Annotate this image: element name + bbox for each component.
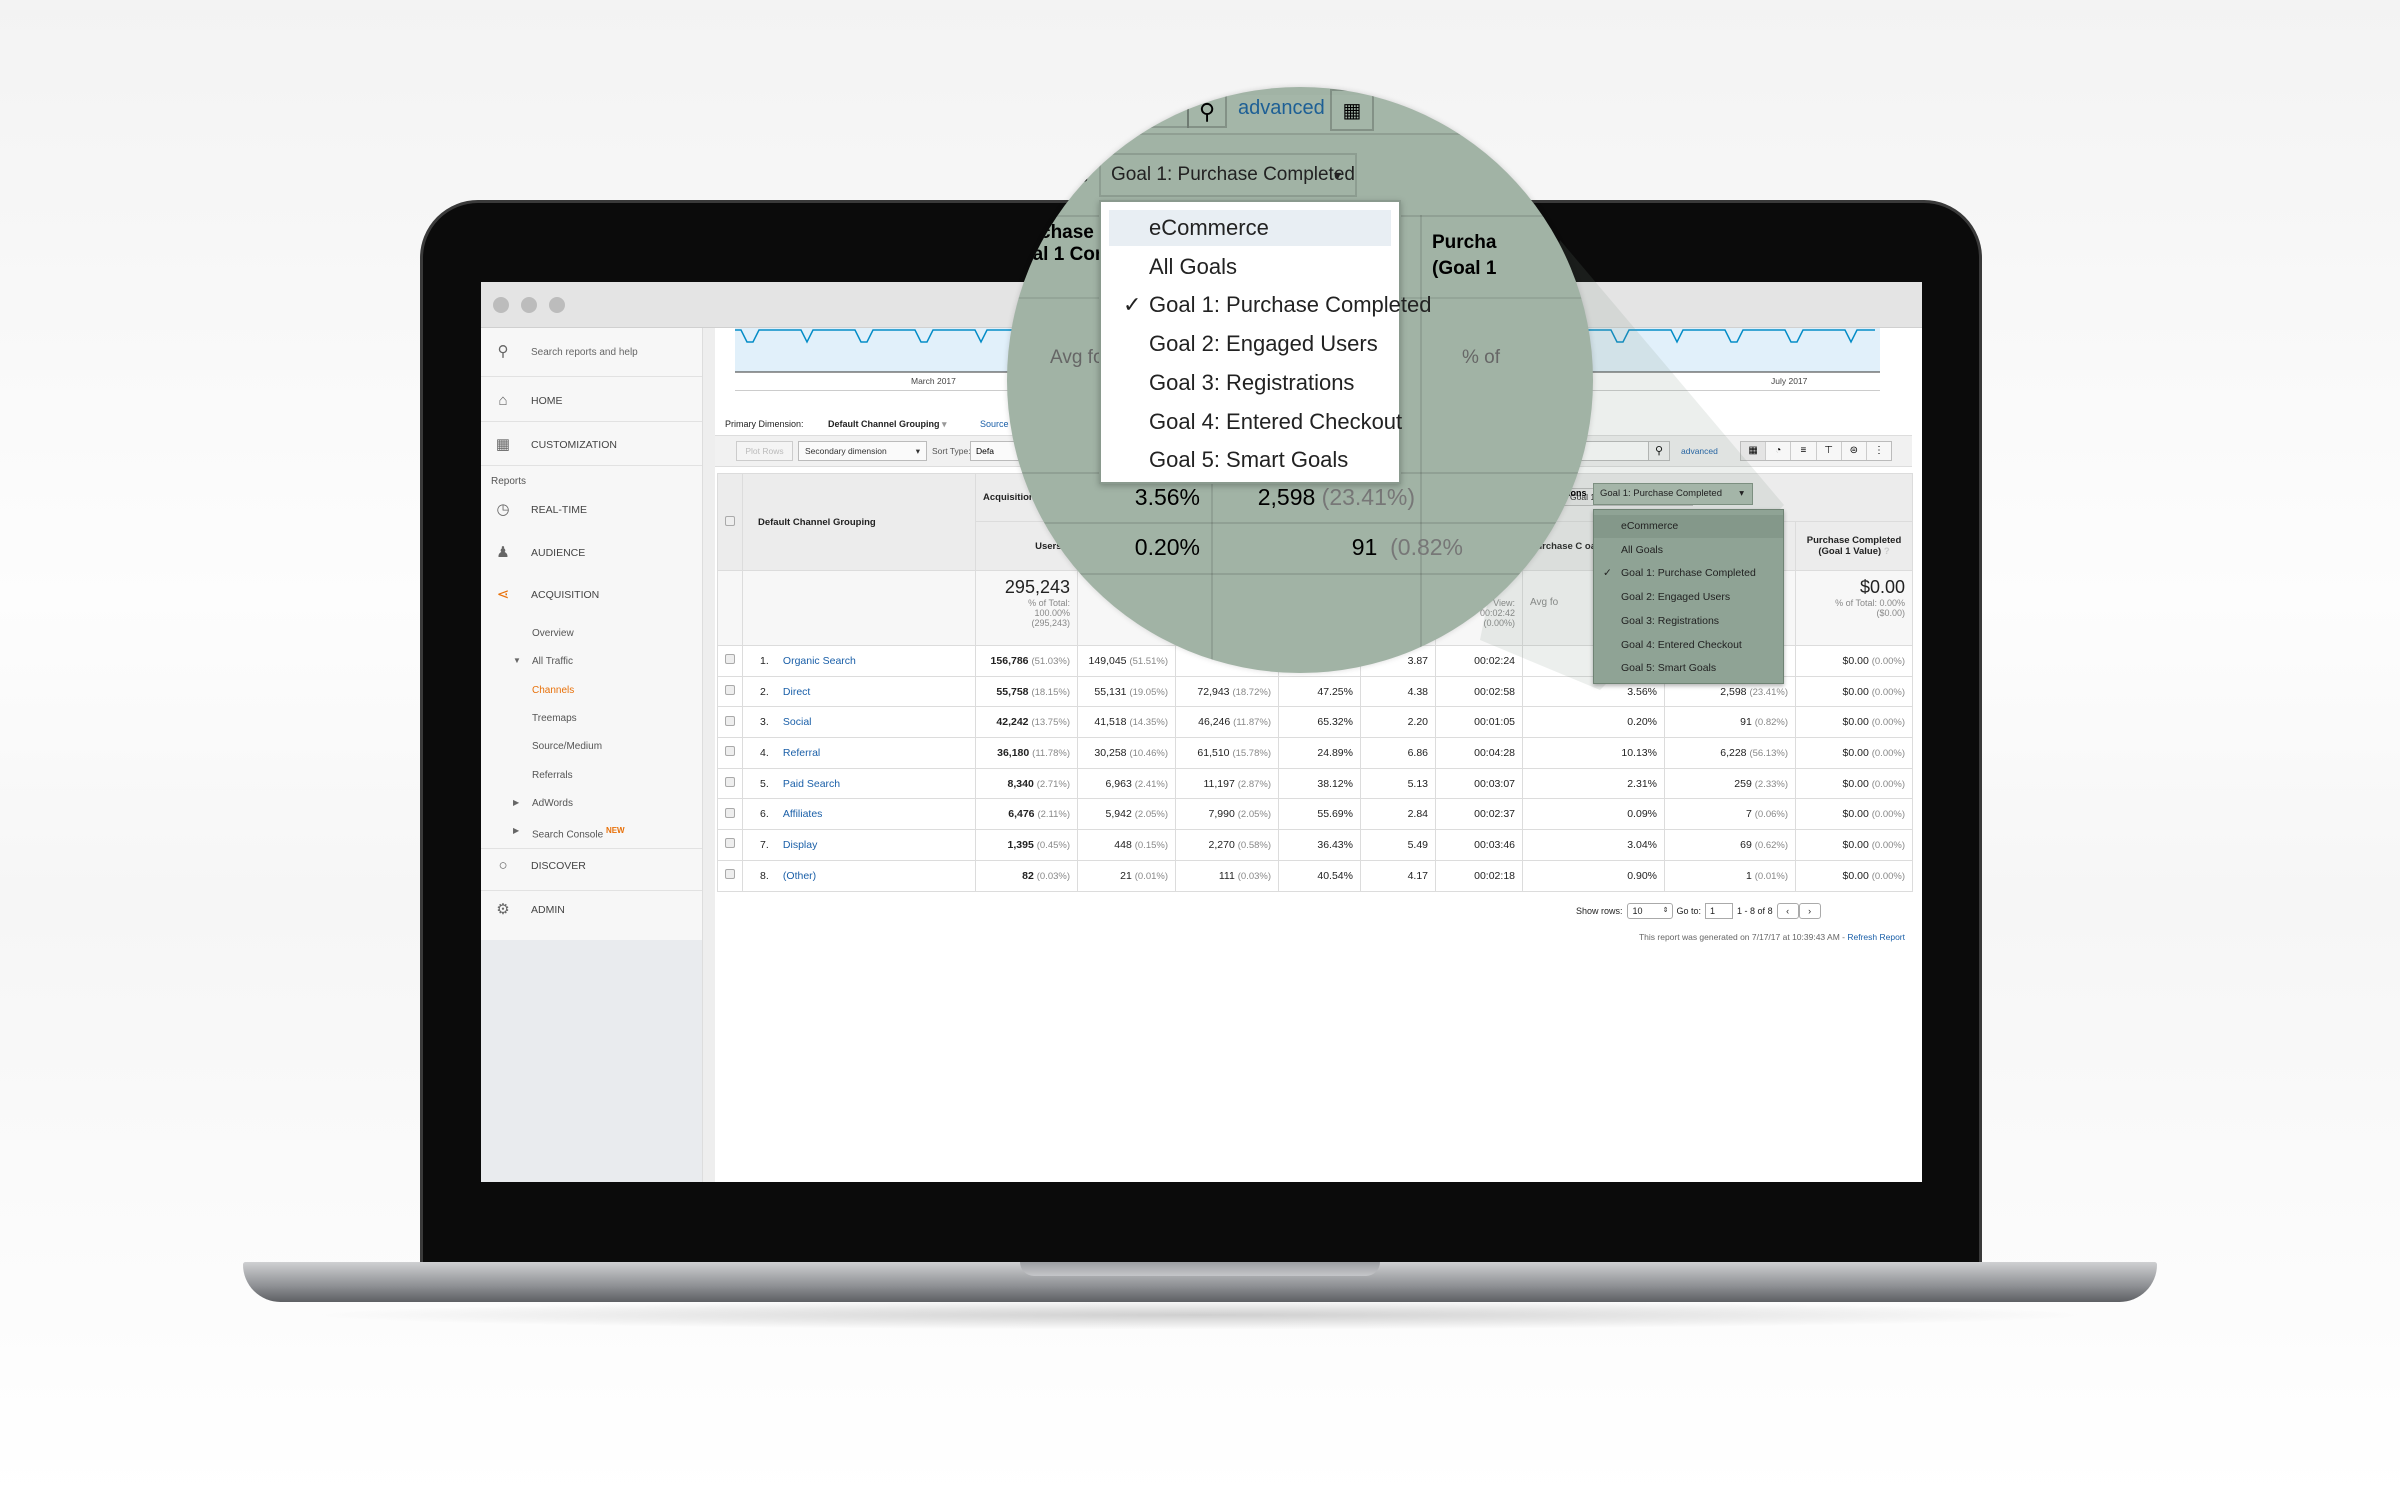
magnified-advanced-link: advanced [1238,97,1325,119]
magnified-goal-menu-item: Goal 3: Registrations [1149,369,1355,395]
caret-down-icon: ▾ [1739,488,1744,499]
magnified-goal-menu-item: ✓ Goal 1: Purchase Completed [1109,287,1432,323]
goal-menu-item[interactable]: Goal 5: Smart Goals [1594,657,1783,680]
goal-menu-item[interactable]: All Goals [1594,539,1783,562]
goal-menu-item[interactable]: eCommerce [1594,515,1783,538]
table-view-icon: ▦ [1330,89,1374,131]
magnified-goal-select: Goal 1: Purchase Completed ▾ [1099,153,1357,197]
checkmark-icon: ✓ [1603,567,1612,580]
goal-menu-item[interactable]: Goal 3: Registrations [1594,610,1783,633]
magnified-goal-menu: eCommerce All Goals ✓ Goal 1: Purchase Comp… [1099,200,1432,484]
checkmark-icon: ✓ [1123,292,1142,318]
magnified-goal-menu-item: Goal 4: Entered Checkout [1149,408,1403,434]
goal-dropdown-menu: eCommerce All Goals ✓ Goal 1: Purchase Comp… [1593,509,1784,684]
goal-menu-item[interactable]: Goal 2: Engaged Users [1594,586,1783,609]
goal-select-button[interactable]: Goal 1: Purchase Completed ▾ [1593,483,1753,505]
magnified-filter-input [1007,95,1189,128]
goal-menu-item[interactable]: Goal 4: Entered Checkout [1594,634,1783,657]
magnified-conversions-label: ions [1047,165,1089,187]
magnified-pct-label: % of [1462,347,1501,368]
goal-menu-item[interactable]: ✓ Goal 1: Purchase Completed [1594,562,1783,585]
magnified-avg-label: Avg fo [1050,347,1104,368]
magnified-goal-menu-item: eCommerce [1109,210,1391,246]
search-icon: ⚲ [1187,95,1227,128]
magnified-goal-menu-item: Goal 5: Smart Goals [1149,447,1349,473]
magnified-header-value: Purcha (Goal 1 [1432,232,1497,279]
magnified-goal-menu-item: All Goals [1149,253,1238,279]
magnified-goal-menu-item: Goal 2: Engaged Users [1149,331,1378,357]
magnifier-lens: ⚲ advanced ▦ ions Goal 1: Purchase Compl… [1007,87,1593,673]
